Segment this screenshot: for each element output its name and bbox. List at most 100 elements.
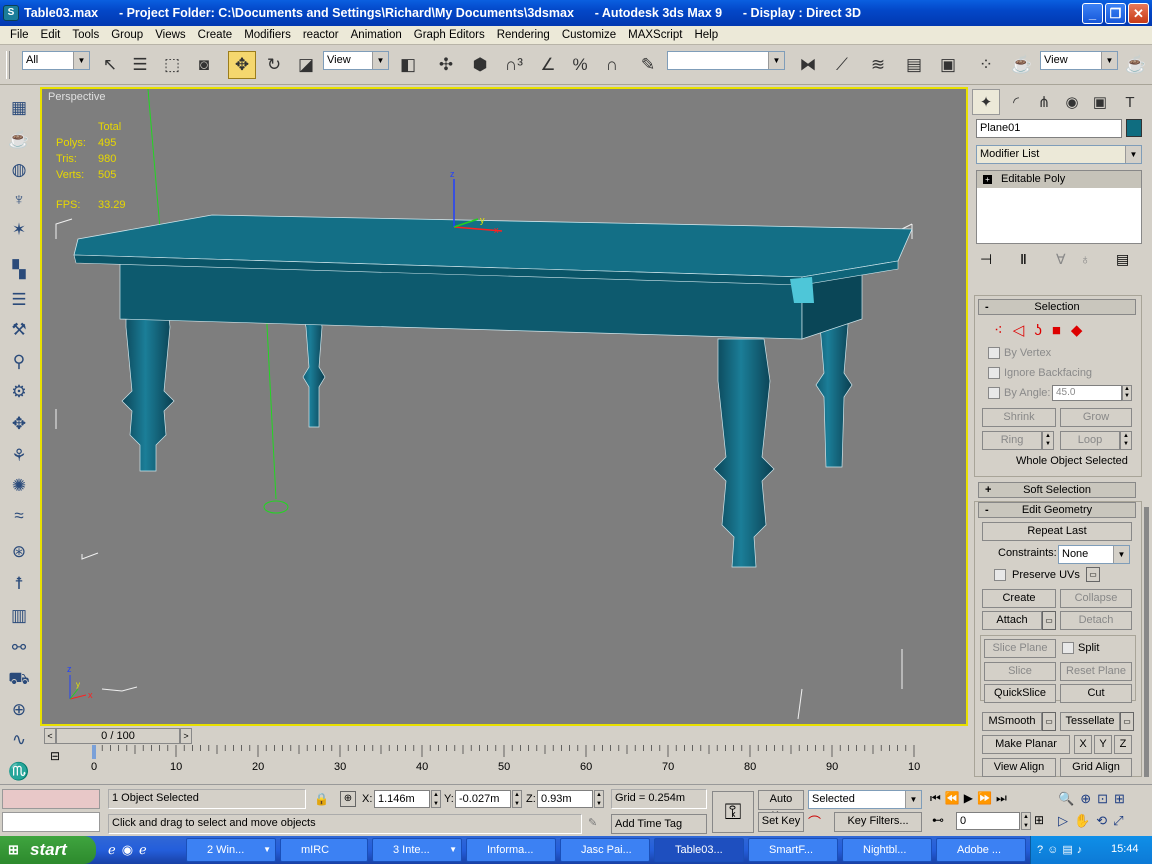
attach-settings-button[interactable]: ▭ [1042, 611, 1056, 630]
track-bar[interactable]: ⊟ 0 10 20 30 40 50 60 70 80 90 100 [40, 745, 968, 775]
rope-tool[interactable]: ⚯ [5, 635, 33, 661]
field-of-view-icon[interactable]: ▷ [1058, 813, 1074, 828]
network-icon[interactable]: ▤ [1062, 844, 1076, 856]
selection-rollout-header[interactable]: - Selection [978, 299, 1136, 315]
x-coordinate-field[interactable]: 1.146m [374, 790, 430, 808]
clock[interactable]: 15:44 [1111, 843, 1139, 855]
reactor-tool[interactable]: ⊛ [5, 539, 33, 565]
tab-motion[interactable]: ◉ [1058, 89, 1086, 115]
spinner-snap-button[interactable]: ∩ [598, 51, 626, 79]
create-teapot-tool[interactable]: ☕ [5, 127, 33, 153]
hammer-tool[interactable]: ⚲ [5, 349, 33, 375]
pan-hand-icon[interactable]: ✋ [1074, 813, 1096, 828]
y-spinner[interactable]: ▲ ▼ [512, 790, 522, 808]
stack-item-editable-poly[interactable]: + Editable Poly [977, 171, 1141, 188]
maximize-viewport-icon[interactable]: ⤢ [1113, 813, 1129, 828]
align-button[interactable]: ⟋ [828, 51, 856, 79]
absolute-mode-transform-toggle[interactable]: ⊕ [340, 791, 356, 807]
keyboard-shortcut-override-button[interactable]: ⬢ [466, 51, 494, 79]
wheel-tool[interactable]: ⊕ [5, 697, 33, 723]
angle-spinner[interactable]: ▲ ▼ [1122, 385, 1132, 401]
zoom-icon[interactable]: 🔍 [1058, 791, 1080, 806]
detach-button[interactable]: Detach [1060, 611, 1132, 630]
border-icon[interactable]: ʖ [1034, 322, 1052, 339]
close-button[interactable]: ✕ [1128, 3, 1149, 24]
zoom-extents-icon[interactable]: ⊡ [1097, 791, 1114, 806]
checker-tool[interactable]: ▚ [5, 257, 33, 283]
add-time-tag-button[interactable]: Add Time Tag [611, 814, 707, 834]
stack-tool[interactable]: ☰ [5, 287, 33, 313]
tab-modify[interactable]: ◜ [1002, 89, 1030, 115]
tab-hierarchy[interactable]: ⋔ [1030, 89, 1058, 115]
set-key-mode-button[interactable]: ⚿ [712, 791, 754, 833]
ring-button[interactable]: Ring [982, 431, 1042, 450]
planar-z-button[interactable]: Z [1114, 735, 1132, 754]
maximize-button[interactable]: ❐ [1105, 3, 1126, 24]
time-configuration-button[interactable]: ⊞ [1034, 813, 1044, 827]
window-crossing-button[interactable]: ◙ [190, 51, 218, 79]
time-next-button[interactable]: > [180, 728, 192, 744]
menu-help[interactable]: Help [688, 29, 724, 41]
menu-create[interactable]: Create [192, 29, 239, 41]
maxscript-input-mini[interactable] [2, 812, 100, 832]
select-manipulate-button[interactable]: ✣ [432, 51, 460, 79]
key-mode-toggle[interactable]: ⊷ [932, 813, 944, 827]
z-spinner[interactable]: ▲ ▼ [594, 790, 604, 808]
soft-selection-rollout-header[interactable]: + Soft Selection [978, 482, 1136, 498]
key-filters-button[interactable]: Key Filters... [834, 812, 922, 832]
z-coordinate-field[interactable]: 0.93m [537, 790, 593, 808]
make-unique-button[interactable]: ∀ [1056, 251, 1066, 268]
perspective-viewport[interactable]: Perspective Total Polys: 495 Tris: 980 V… [40, 87, 968, 726]
command-panel-scrollbar[interactable] [1144, 507, 1149, 777]
layer-manager-button[interactable]: ≋ [864, 51, 892, 79]
maxscript-tool[interactable]: ♏ [5, 759, 33, 785]
loop-spinner[interactable]: ▲ ▼ [1120, 431, 1132, 450]
loop-button[interactable]: Loop [1060, 431, 1120, 450]
object-name-field[interactable]: Plane01 [976, 119, 1122, 138]
curve-editor-button[interactable]: ▤ [900, 51, 928, 79]
orbit-icon[interactable]: ⟲ [1096, 813, 1113, 828]
rect-selection-region-button[interactable]: ⬚ [158, 51, 186, 79]
time-prev-button[interactable]: < [44, 728, 56, 744]
preserve-uvs-settings-button[interactable]: ▭ [1086, 567, 1100, 582]
quick-render-button[interactable]: ☕ [1122, 51, 1150, 79]
current-frame-field[interactable]: 0 [956, 812, 1020, 830]
task-button-internet[interactable]: 3 Inte... ▼ [372, 838, 462, 862]
object-color-swatch[interactable] [1126, 119, 1142, 137]
create-button[interactable]: Create [982, 589, 1056, 608]
task-button-3dsmax[interactable]: Table03... [654, 838, 744, 862]
wave-tool[interactable]: ≈ [5, 503, 33, 529]
preserve-uvs-checkbox[interactable] [994, 569, 1006, 581]
shrink-button[interactable]: Shrink [982, 408, 1056, 427]
by-angle-checkbox[interactable] [988, 387, 1000, 399]
zoom-extents-all-icon[interactable]: ⊞ [1114, 791, 1131, 806]
reset-plane-button[interactable]: Reset Plane [1060, 662, 1132, 681]
edge-icon[interactable]: ◁ [1013, 322, 1035, 339]
repeat-last-button[interactable]: Repeat Last [982, 522, 1132, 541]
ie-icon[interactable]: ℯ [139, 842, 153, 857]
menu-animation[interactable]: Animation [345, 29, 408, 41]
show-end-result-button[interactable]: Ⅱ [1020, 251, 1027, 268]
spray-tool[interactable]: ⚘ [5, 443, 33, 469]
edit-named-selection-button[interactable]: ✎ [634, 51, 662, 79]
zoom-all-icon[interactable]: ⊕ [1080, 791, 1097, 806]
mirror-button[interactable]: ⧓ [794, 51, 822, 79]
task-button-information[interactable]: Informa... [466, 838, 556, 862]
wrench-tool[interactable]: ⚒ [5, 317, 33, 343]
lock-selection-button[interactable]: 🔒 [314, 792, 329, 806]
gear-tool[interactable]: ⚙ [5, 379, 33, 405]
x-spinner[interactable]: ▲ ▼ [431, 790, 441, 808]
view-align-button[interactable]: View Align [982, 758, 1056, 777]
expand-plus-icon[interactable]: + [983, 175, 992, 184]
element-icon[interactable]: ◆ [1071, 322, 1093, 339]
remove-modifier-button[interactable]: ♁ [1080, 251, 1091, 267]
slice-button[interactable]: Slice [984, 662, 1056, 681]
menu-file[interactable]: File [4, 29, 35, 41]
set-key-button[interactable]: Set Key [758, 812, 804, 832]
current-frame-spinner[interactable]: ▲ ▼ [1021, 812, 1031, 830]
planar-x-button[interactable]: X [1074, 735, 1092, 754]
auto-key-button[interactable]: Auto Key [758, 790, 804, 822]
app-icon[interactable]: S [3, 5, 19, 21]
next-frame-icon[interactable]: ⏩ [977, 791, 996, 805]
menu-maxscript[interactable]: MAXScript [622, 29, 688, 41]
